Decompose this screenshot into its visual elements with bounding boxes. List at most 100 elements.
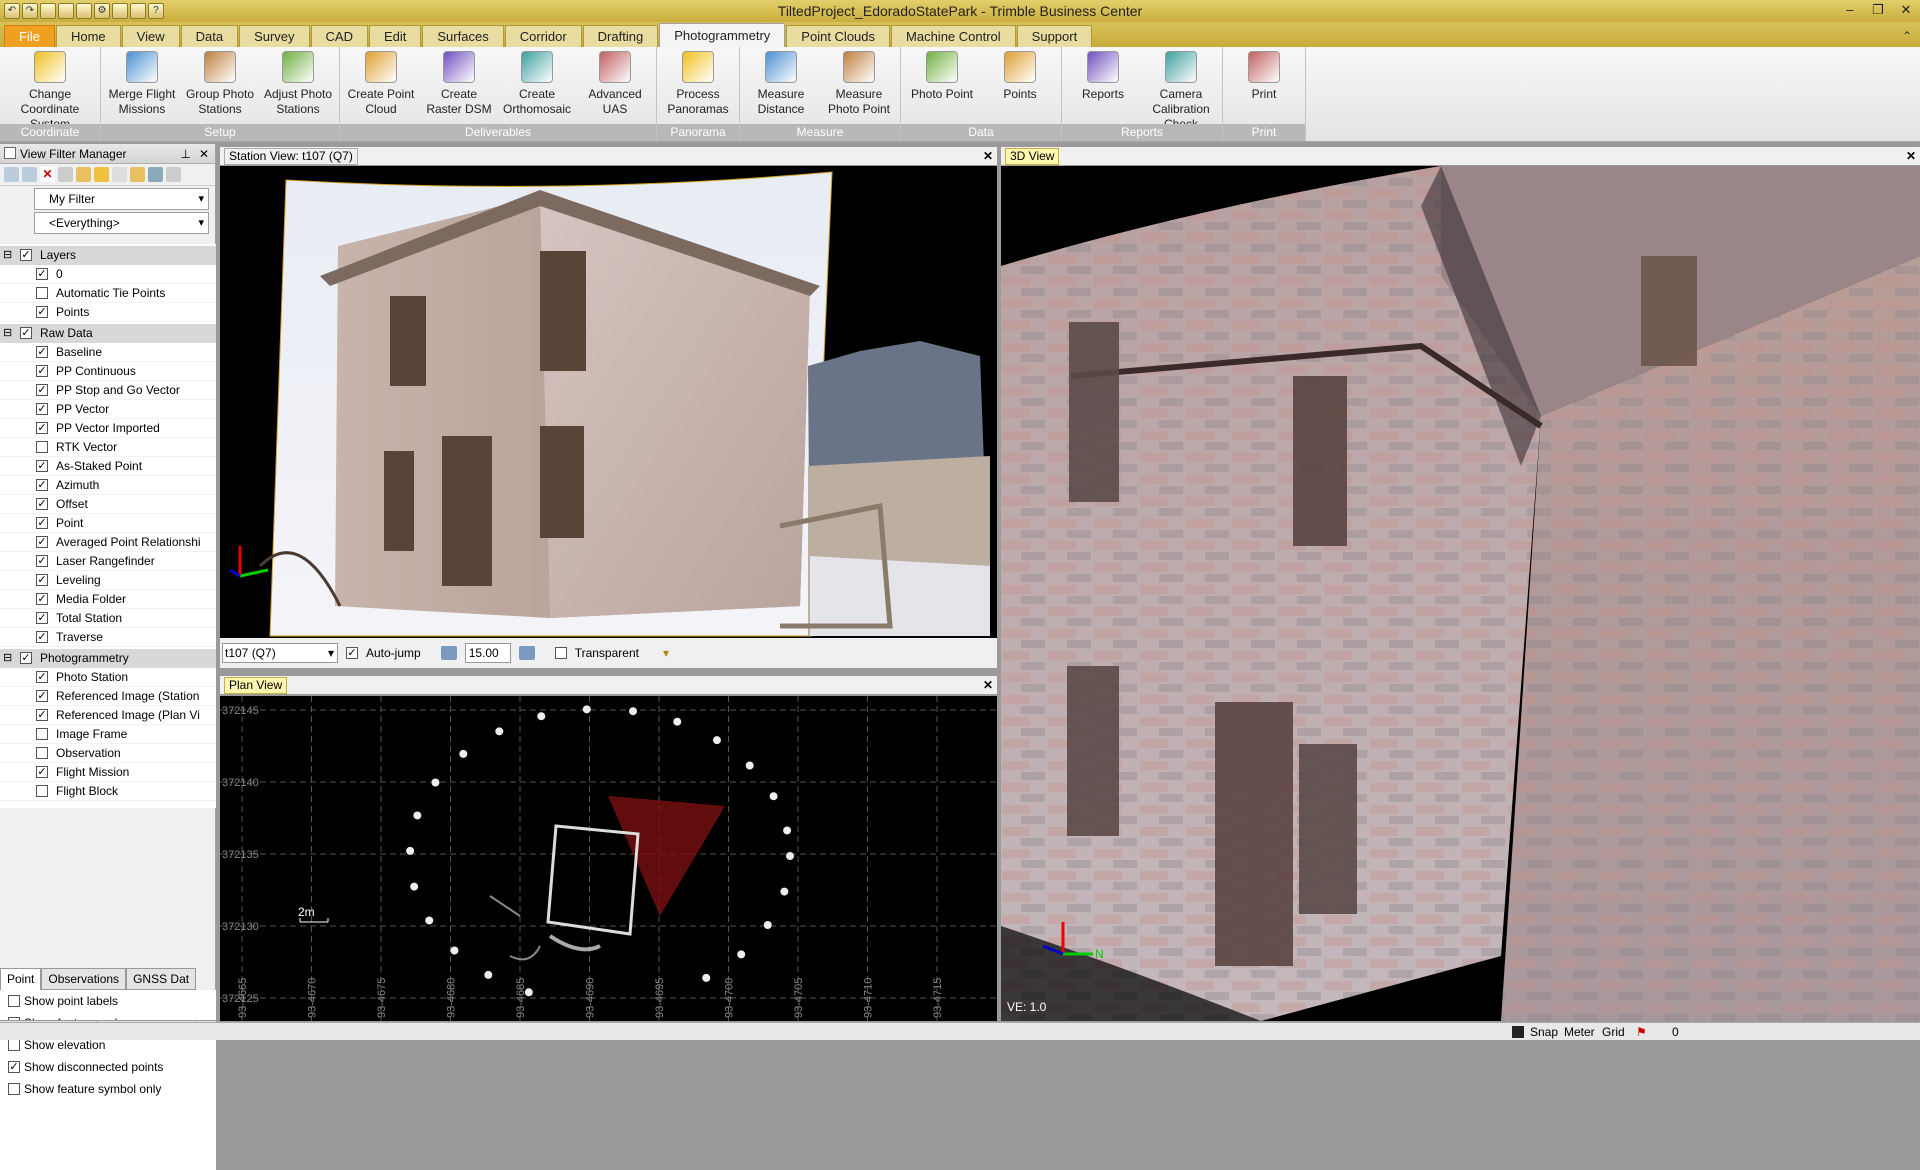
checkbox[interactable]: ✓ <box>8 1061 20 1073</box>
photo-station-marker[interactable] <box>763 921 772 930</box>
tree-item[interactable]: ✓ 0 <box>0 265 216 284</box>
tab-survey[interactable]: Survey <box>239 25 310 47</box>
tree-item[interactable]: ✓ Media Folder <box>0 590 216 609</box>
checkbox[interactable]: ✓ <box>20 327 32 339</box>
select-all-icon[interactable] <box>94 167 109 182</box>
checkbox[interactable]: ✓ <box>36 612 48 624</box>
photo-station-marker[interactable] <box>737 950 746 959</box>
checkbox[interactable]: ✓ <box>36 460 48 472</box>
close-icon[interactable]: ✕ <box>1892 0 1920 20</box>
tab-corridor[interactable]: Corridor <box>504 25 582 47</box>
tree-item[interactable]: ✓ Point <box>0 514 216 533</box>
checkbox[interactable] <box>36 287 48 299</box>
restore-icon[interactable]: ❐ <box>1864 0 1892 20</box>
checkbox[interactable]: ✓ <box>36 574 48 586</box>
flag-icon[interactable]: ⚑ <box>1636 1023 1647 1041</box>
photo-station-marker[interactable] <box>628 707 637 716</box>
checkbox[interactable] <box>36 785 48 797</box>
photo-station-marker[interactable] <box>712 736 721 745</box>
filter-select[interactable]: My Filter <box>34 188 209 210</box>
checkbox[interactable]: ✓ <box>36 384 48 396</box>
snap-label[interactable]: Snap <box>1530 1023 1558 1041</box>
tree-item[interactable]: ✓ PP Continuous <box>0 362 216 381</box>
transparency-icon[interactable] <box>440 646 457 660</box>
checkbox[interactable]: ✓ <box>36 631 48 643</box>
checkbox[interactable]: ✓ <box>36 517 48 529</box>
close-panel-icon[interactable]: ✕ <box>199 144 209 164</box>
tab-photogrammetry[interactable]: Photogrammetry <box>659 23 786 47</box>
tree-item[interactable]: ✓ Azimuth <box>0 476 216 495</box>
checkbox[interactable]: ✓ <box>36 498 48 510</box>
plan-view[interactable]: 2m 372145 372140 372135 372130 372125 93-4665… <box>220 696 997 1021</box>
checkbox[interactable]: ✓ <box>36 555 48 567</box>
photo-station-marker[interactable] <box>780 887 789 896</box>
scope-select[interactable]: <Everything> <box>34 212 209 234</box>
tab-surfaces[interactable]: Surfaces <box>422 25 504 47</box>
tab-file[interactable]: File <box>4 25 55 47</box>
checkbox[interactable]: ✓ <box>36 422 48 434</box>
autojump-checkbox[interactable]: ✓ <box>346 647 358 659</box>
tab-data[interactable]: Data <box>180 25 239 47</box>
photo-station-marker[interactable] <box>413 811 422 820</box>
station-select[interactable]: t107 (Q7) ▾ <box>222 643 338 663</box>
checkbox[interactable]: ✓ <box>20 249 32 261</box>
tree-item[interactable]: ✓ As-Staked Point <box>0 457 216 476</box>
tree-item[interactable]: ✓ Referenced Image (Station <box>0 687 216 706</box>
tab-drafting[interactable]: Drafting <box>582 25 659 47</box>
checkbox[interactable]: ✓ <box>36 403 48 415</box>
tree-group-layers[interactable]: ⊟ ✓ Layers <box>0 246 216 265</box>
photo-station-marker[interactable] <box>431 778 440 787</box>
photo-station-marker[interactable] <box>495 727 504 736</box>
tree-item[interactable]: ✓ Baseline <box>0 343 216 362</box>
tab-machine-control[interactable]: Machine Control <box>891 25 1016 47</box>
tree-group-photo[interactable]: ⊟ ✓ Photogrammetry <box>0 649 216 668</box>
delete-filter-icon[interactable]: ✕ <box>40 167 55 182</box>
properties-icon[interactable] <box>58 167 73 182</box>
photo-station-marker[interactable] <box>459 749 468 758</box>
option-row[interactable]: ✓ Show disconnected points <box>0 1056 216 1078</box>
collapse-icon[interactable]: ⊟ <box>3 649 12 668</box>
unit-label[interactable]: Meter <box>1564 1023 1595 1041</box>
checkbox[interactable]: ✓ <box>36 536 48 548</box>
photo-station-marker[interactable] <box>484 970 493 979</box>
checkbox[interactable]: ✓ <box>36 709 48 721</box>
brush-icon[interactable]: ▾ <box>663 646 669 660</box>
checkbox[interactable] <box>8 1083 20 1095</box>
minimize-icon[interactable]: – <box>1836 0 1864 20</box>
refresh-icon[interactable] <box>166 167 181 182</box>
tree-item[interactable]: ✓ Total Station <box>0 609 216 628</box>
tree-item[interactable]: Automatic Tie Points <box>0 284 216 303</box>
tab-point-clouds[interactable]: Point Clouds <box>786 25 891 47</box>
photo-station-marker[interactable] <box>745 761 754 770</box>
checkbox[interactable]: ✓ <box>36 306 48 318</box>
photo-station-marker[interactable] <box>410 882 419 891</box>
photo-station-marker[interactable] <box>786 852 794 860</box>
tab-cad[interactable]: CAD <box>310 25 368 47</box>
tree-item[interactable]: Flight Block <box>0 782 216 801</box>
checkbox[interactable] <box>36 747 48 759</box>
tree-item[interactable]: ✓ Offset <box>0 495 216 514</box>
help-tab-icon[interactable]: ⌃ <box>1902 25 1912 47</box>
checkbox[interactable]: ✓ <box>36 268 48 280</box>
photo-station-marker[interactable] <box>702 973 711 982</box>
find-icon[interactable] <box>76 167 91 182</box>
checkbox[interactable]: ✓ <box>36 346 48 358</box>
tree-item[interactable]: ✓ PP Vector Imported <box>0 419 216 438</box>
transparent-checkbox[interactable] <box>554 647 567 659</box>
tab-observations[interactable]: Observations <box>41 968 127 990</box>
collapse-icon[interactable]: ⊟ <box>3 246 12 265</box>
tree-group-raw[interactable]: ⊟ ✓ Raw Data <box>0 324 216 343</box>
photo-station-marker[interactable] <box>769 792 778 801</box>
checkbox[interactable] <box>36 441 48 453</box>
checkbox[interactable]: ✓ <box>36 365 48 377</box>
tab-point[interactable]: Point <box>0 968 42 990</box>
tree-item[interactable]: Image Frame <box>0 725 216 744</box>
value-input[interactable]: 15.00 <box>464 643 511 663</box>
snap-icon[interactable] <box>1512 1026 1524 1038</box>
tab-gnss-dat[interactable]: GNSS Dat <box>126 968 197 990</box>
tree-item[interactable]: ✓ Flight Mission <box>0 763 216 782</box>
photo-station-marker[interactable] <box>406 846 415 855</box>
new-filter-icon[interactable] <box>4 167 19 182</box>
tree-item[interactable]: ✓ PP Vector <box>0 400 216 419</box>
tree-item[interactable]: RTK Vector <box>0 438 216 457</box>
